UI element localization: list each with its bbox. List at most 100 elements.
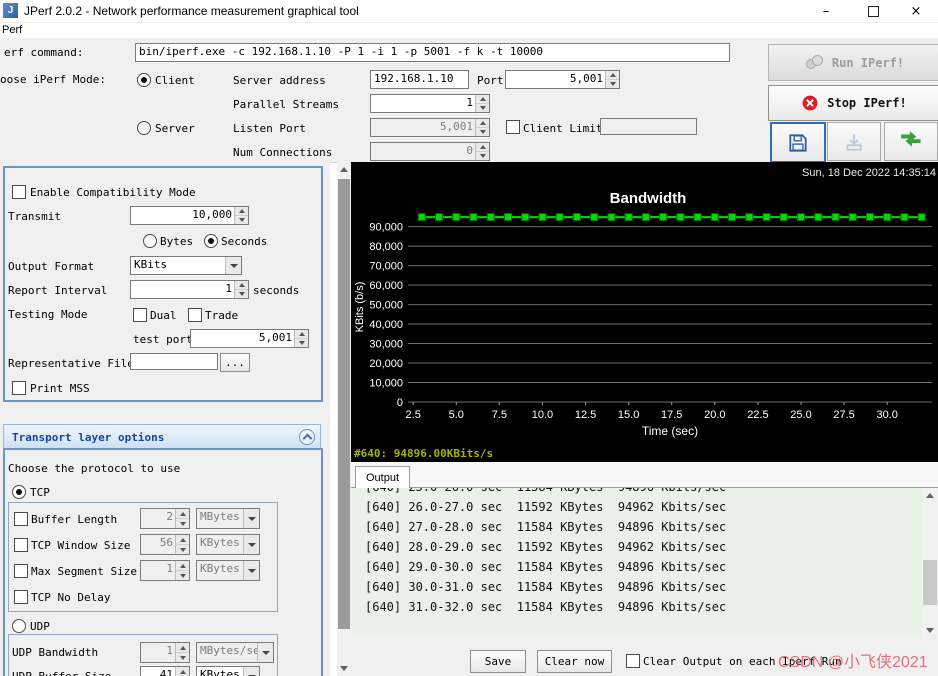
chart-point [452,212,461,221]
scroll-down-arrow[interactable] [337,661,351,676]
spinner-up-icon[interactable] [606,71,619,80]
chevron-down-icon[interactable] [225,257,241,274]
output-scrollbar-thumb[interactable] [923,560,937,605]
test-port-spinner[interactable]: 5,001 [190,329,309,348]
chevron-down-icon [243,509,259,528]
spinner-down-icon[interactable] [606,80,619,88]
chart-point [797,213,805,222]
chart-point [624,213,633,222]
output-format-dropdown[interactable]: KBits [130,256,242,275]
enable-compatibility-checkbox[interactable] [12,185,26,199]
udp-buffer-size-unit-dropdown[interactable]: KBytes [196,666,260,676]
trade-checkbox[interactable] [188,308,202,322]
seconds-radio[interactable] [204,234,218,248]
stop-iperf-label: Stop IPerf! [827,96,907,110]
bandwidth-chart: Sun, 18 Dec 2022 14:35:14 Bandwidth 90,000… [354,167,936,460]
bytes-radio[interactable] [143,234,157,248]
client-radio[interactable] [137,73,151,87]
output-row: [640] 27.0-28.0 sec 11584 KBytes 94896 K… [365,520,727,534]
close-button[interactable]: × [894,0,938,22]
report-interval-spinner[interactable]: 1 [130,280,249,299]
spinner-down-icon [476,128,489,136]
stop-icon [802,95,818,111]
scrollbar-thumb[interactable] [338,179,350,629]
jperf-window: J JPerf 2.0.2 - Network performance meas… [0,0,938,676]
tcp-radio[interactable] [12,485,26,499]
y-tick-label: 20,000 [369,358,403,370]
buffer-length-unit-dropdown: MBytes [196,508,260,529]
tcp-window-size-unit: KBytes [200,536,240,549]
parallel-streams-label: Parallel Streams [233,98,339,111]
clear-output-checkbox[interactable] [626,654,640,668]
transport-layer-header[interactable]: Transport layer options [3,424,321,450]
maximize-button[interactable] [851,0,895,22]
client-limit-checkbox[interactable] [506,120,520,134]
buffer-length-spinner: 2 [140,508,190,529]
chevron-down-icon[interactable] [243,667,259,676]
minimize-button[interactable]: – [804,0,848,22]
tcp-window-size-spinner: 56 [140,534,190,555]
spinner-up-icon[interactable] [235,207,248,216]
tab-output[interactable]: Output [355,466,411,489]
print-mss-checkbox[interactable] [12,381,26,395]
parallel-streams-spinner[interactable]: 1 [370,94,490,113]
tcp-window-size-checkbox[interactable] [14,538,28,552]
report-interval-value: 1 [225,282,232,295]
iperf-command-input[interactable]: bin/iperf.exe -c 192.168.1.10 -P 1 -i 1 … [135,43,730,62]
clear-now-button[interactable]: Clear now [537,650,612,673]
tcp-window-size-unit-dropdown: KBytes [196,534,260,555]
max-segment-size-label: Max Segment Size [31,565,137,578]
buffer-length-checkbox[interactable] [14,512,28,526]
transport-layer-title: Transport layer options [12,430,165,444]
spinner-down-icon[interactable] [235,216,248,224]
spinner-up-icon[interactable] [476,95,489,104]
title-bar: J JPerf 2.0.2 - Network performance meas… [0,0,938,23]
representative-file-input[interactable] [130,353,218,370]
output-row: [640] 30.0-31.0 sec 11584 KBytes 94896 K… [365,580,727,594]
trade-label: Trade [205,309,239,322]
save-button[interactable]: Save [470,650,526,673]
chart-point [900,213,909,222]
transmit-spinner[interactable]: 10,000 [130,206,249,225]
spinner-down-icon[interactable] [476,104,489,112]
testing-mode-label: Testing Mode [8,308,88,321]
udp-radio[interactable] [12,619,26,633]
tcp-no-delay-checkbox[interactable] [14,590,28,604]
output-scroll-up-arrow[interactable] [922,488,938,503]
output-scroll-down-arrow[interactable] [922,623,938,638]
app-icon: J [3,3,18,18]
server-radio[interactable] [137,121,151,135]
port-spinner[interactable]: 5,001 [505,70,620,89]
max-segment-size-unit-dropdown: KBytes [196,560,260,581]
restore-defaults-button[interactable] [884,122,938,161]
y-tick-label: 50,000 [369,300,403,312]
output-row: [640] 31.0-32.0 sec 11584 KBytes 94896 K… [365,600,727,614]
spinner-down-icon [176,545,189,554]
spinner-down-icon [176,519,189,528]
y-tick-label: 70,000 [369,261,403,273]
scroll-up-arrow[interactable] [337,162,351,177]
server-address-input[interactable]: 192.168.1.10 [370,70,469,89]
save-output-button[interactable] [770,122,826,163]
spinner-up-icon[interactable] [235,281,248,290]
spinner-down-icon[interactable] [295,339,308,347]
dual-checkbox[interactable] [133,308,147,322]
stop-iperf-button[interactable]: Stop IPerf! [768,85,938,121]
spinner-down-icon[interactable] [235,290,248,298]
chart-point [659,212,668,221]
spinner-up-icon[interactable] [295,330,308,339]
chart-xlabel: Time (sec) [642,424,698,438]
udp-buffer-size-spinner[interactable]: 41 [140,666,190,676]
x-tick-label: 7.5 [492,409,507,421]
max-segment-size-value: 1 [166,562,173,575]
spinner-up-icon[interactable] [176,667,189,676]
browse-file-button[interactable]: ... [220,353,250,372]
menu-item-perf[interactable]: Perf [2,24,22,36]
listen-port-label: Listen Port [233,122,306,135]
max-segment-size-checkbox[interactable] [14,564,28,578]
spinner-up-icon [476,119,489,128]
collapse-chevron-icon[interactable] [299,429,315,445]
y-tick-label: 0 [397,397,403,409]
udp-buffer-size-value: 41 [159,668,173,676]
output-panel[interactable]: [640] 25.0-26.0 sec 11584 KBytes 94896 K… [351,488,922,638]
